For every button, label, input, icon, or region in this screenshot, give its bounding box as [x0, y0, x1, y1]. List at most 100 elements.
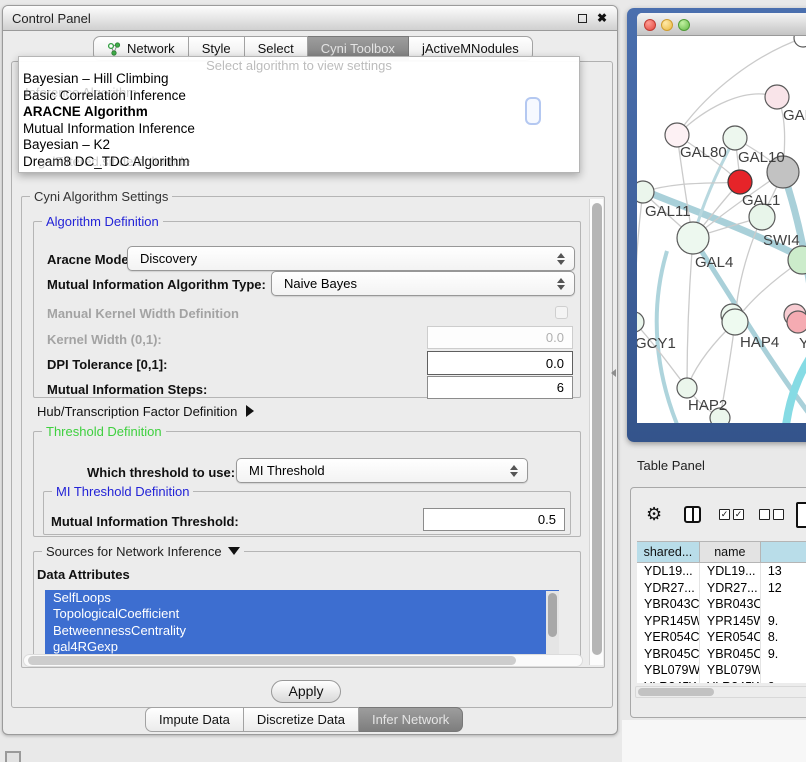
combo-spinner-icon	[557, 253, 565, 265]
column-header-shared-name[interactable]: shared...	[637, 541, 700, 563]
tab-infer-network[interactable]: Infer Network	[359, 707, 463, 732]
cell-name: YLR345W	[700, 679, 761, 684]
settings-vertical-scrollbar[interactable]	[589, 199, 603, 665]
node-gal11[interactable]	[637, 181, 654, 203]
table-row[interactable]: YDR27... YDR27... 12	[637, 580, 806, 597]
table-horizontal-scrollbar[interactable]	[635, 686, 806, 698]
cell-name: YDL19...	[700, 563, 761, 580]
aracne-mode-value: Discovery	[140, 251, 197, 266]
node-hap4[interactable]	[722, 309, 748, 335]
float-window-icon[interactable]	[578, 14, 587, 23]
settings-horizontal-scrollbar[interactable]	[23, 654, 583, 667]
table-row[interactable]: YDL19... YDL19... 13	[637, 563, 806, 580]
dpi-tolerance-field[interactable]	[427, 351, 573, 375]
table-panel-title: Table Panel	[637, 458, 705, 473]
table-row[interactable]: YPR145W YPR145W 9.	[637, 613, 806, 630]
network-canvas[interactable]: GAL GAL80 GAL10 GAL1 GAL11 SWI4 GAL4 GCY…	[637, 36, 806, 423]
node-label-swi4: SWI4	[763, 232, 800, 249]
mac-close-button[interactable]	[644, 19, 656, 31]
select-all-checks-icon[interactable]: ✓✓	[719, 509, 744, 520]
mi-threshold-label: Mutual Information Threshold:	[51, 514, 239, 529]
node-label-gal10: GAL10	[738, 149, 785, 166]
which-threshold-label: Which threshold to use:	[87, 465, 235, 480]
node-hap2[interactable]	[677, 378, 697, 398]
manual-kernel-width-label: Manual Kernel Width Definition	[47, 306, 239, 321]
table-row[interactable]: YBR043C YBR043C	[637, 596, 806, 613]
manual-kernel-width-checkbox[interactable]	[555, 306, 568, 319]
column-header-name[interactable]: name	[700, 541, 761, 563]
table-header-row: shared... name	[637, 541, 806, 563]
kernel-width-label: Kernel Width (0,1):	[47, 332, 162, 347]
combo-spinner-icon	[557, 278, 565, 290]
document-icon[interactable]	[796, 502, 806, 528]
mi-algorithm-type-combo[interactable]: Naive Bayes	[271, 271, 575, 296]
ghost-combo-fragment	[525, 97, 541, 125]
control-panel-titlebar[interactable]: Control Panel ✖	[3, 6, 617, 31]
cell-name: YER054C	[700, 629, 761, 646]
cell-shared-name: YPR145W	[637, 613, 700, 630]
deselect-all-checks-icon[interactable]	[759, 509, 784, 520]
hub-transcription-factor-expander[interactable]: Hub/Transcription Factor Definition	[37, 404, 254, 419]
data-attribute-item[interactable]: TopologicalCoefficient	[45, 606, 559, 622]
cell-shared-name: YER054C	[637, 629, 700, 646]
mac-zoom-button[interactable]	[678, 19, 690, 31]
gear-icon[interactable]: ⚙	[646, 504, 662, 524]
node-red[interactable]	[728, 170, 752, 194]
apply-button[interactable]: Apply	[271, 680, 341, 703]
tab-discretize-data[interactable]: Discretize Data	[244, 707, 359, 732]
node-gal-top[interactable]	[765, 85, 789, 109]
expander-right-icon	[246, 405, 254, 417]
mac-minimize-button[interactable]	[661, 19, 673, 31]
node-label-gal-top: GAL	[783, 107, 806, 124]
ghost-inference-algorithm-label: Inference Algorithm	[25, 85, 137, 100]
close-icon[interactable]: ✖	[597, 10, 607, 26]
cell-name: YBR043C	[700, 596, 761, 613]
cell-name: YBL079W	[700, 662, 761, 679]
node-gcy1[interactable]	[637, 312, 644, 332]
node-gal4[interactable]	[677, 222, 709, 254]
which-threshold-combo[interactable]: MI Threshold	[236, 458, 528, 483]
control-panel-title: Control Panel	[12, 6, 91, 31]
algorithm-dropdown-item[interactable]: Mutual Information Inference	[19, 121, 579, 138]
mi-algorithm-type-value: Naive Bayes	[284, 276, 357, 291]
table-row[interactable]: YLR345W YLR345W 9.	[637, 679, 806, 684]
cyni-algorithm-settings-title: Cyni Algorithm Settings	[30, 189, 172, 204]
dpi-tolerance-label: DPI Tolerance [0,1]:	[47, 357, 167, 372]
cell-shared-name: YBL079W	[637, 662, 700, 679]
kernel-width-field[interactable]	[427, 326, 573, 349]
split-columns-icon[interactable]	[684, 506, 701, 523]
algorithm-dropdown-item[interactable]: Bayesian – K2	[19, 137, 579, 154]
table-row[interactable]: YER054C YER054C 8.	[637, 629, 806, 646]
tab-discretize-data-label: Discretize Data	[257, 708, 345, 731]
column-header-partial[interactable]	[761, 541, 806, 563]
network-window-titlebar[interactable]	[637, 13, 806, 36]
table-row[interactable]: YBL079W YBL079W	[637, 662, 806, 679]
sources-expander[interactable]: Sources for Network Inference	[42, 544, 244, 559]
node-label-gal11: GAL11	[645, 203, 691, 220]
aracne-mode-combo[interactable]: Discovery	[127, 246, 575, 271]
threshold-definition-title: Threshold Definition	[42, 424, 166, 439]
corner-widget[interactable]	[5, 751, 21, 762]
node-label-gal1: GAL1	[742, 192, 780, 209]
cell-value: 9.	[761, 646, 806, 663]
node-label-hap4: HAP4	[740, 334, 779, 351]
network-window: GAL GAL80 GAL10 GAL1 GAL11 SWI4 GAL4 GCY…	[637, 13, 806, 423]
bottom-tabbar: Impute Data Discretize Data Infer Networ…	[145, 707, 463, 732]
cell-shared-name: YLR345W	[637, 679, 700, 684]
attr-list-scrollbar[interactable]	[546, 591, 559, 654]
data-attribute-item[interactable]: gal4RGexp	[45, 639, 559, 655]
node-salmon-right[interactable]	[787, 311, 806, 333]
panel-splitter-handle[interactable]	[611, 369, 616, 377]
data-attribute-item[interactable]: SelfLoops	[45, 590, 559, 606]
data-attribute-item[interactable]: BetweennessCentrality	[45, 623, 559, 639]
node-table: shared... name YDL19... YDL19... 13 YDR2…	[637, 541, 806, 683]
tab-impute-data[interactable]: Impute Data	[145, 707, 244, 732]
algorithm-dropdown-item[interactable]: ARACNE Algorithm	[19, 104, 579, 121]
mi-steps-field[interactable]	[427, 376, 573, 399]
cell-shared-name: YBR043C	[637, 596, 700, 613]
screen: Control Panel ✖ Network Style	[0, 0, 806, 762]
node-top-partial[interactable]	[794, 36, 806, 47]
table-row[interactable]: YBR045C YBR045C 9.	[637, 646, 806, 663]
mi-threshold-field[interactable]	[423, 508, 565, 531]
aracne-mode-label: Aracne Mode:	[47, 252, 133, 267]
